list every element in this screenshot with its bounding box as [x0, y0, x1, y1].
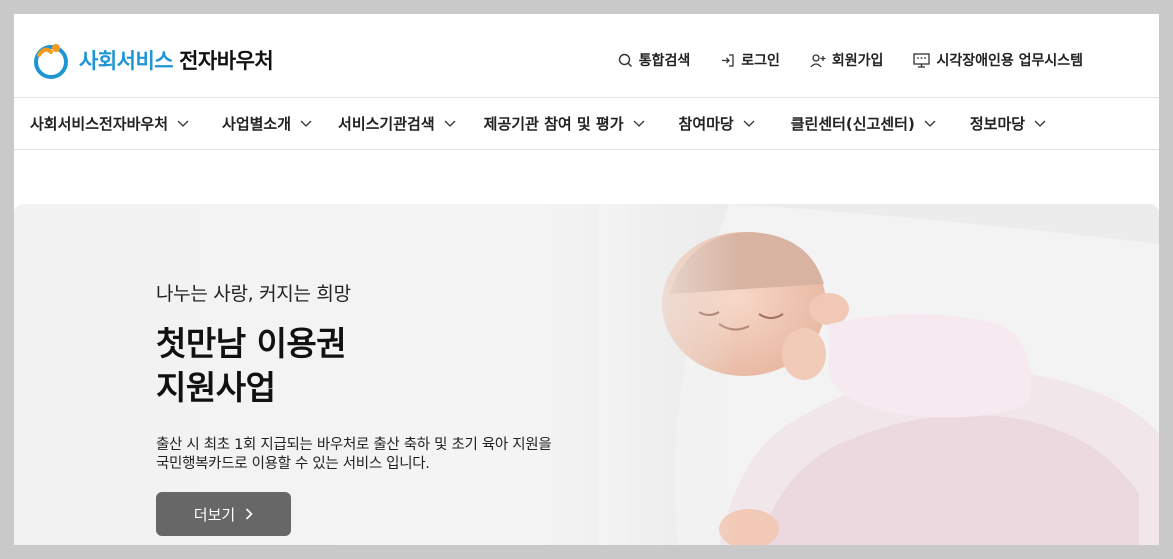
more-button[interactable]: 더보기: [156, 492, 291, 536]
search-icon: [618, 53, 632, 67]
monitor-icon: [913, 52, 931, 68]
nav-item-info[interactable]: 정보마당: [970, 113, 1046, 134]
logo-text: 사회서비스 전자바우처: [79, 45, 274, 75]
nav-label: 클린센터(신고센터): [790, 115, 915, 133]
unified-search-link[interactable]: 통합검색: [618, 50, 691, 70]
accessible-system-link[interactable]: 시각장애인용 업무시스템: [913, 50, 1083, 70]
page: 사회서비스 전자바우처 통합검색 로그인 회원가입 시각장애인용 업무시스템 사회…: [14, 14, 1159, 545]
login-label: 로그인: [741, 53, 780, 69]
nav-item-programs[interactable]: 사업별소개: [222, 113, 312, 134]
chevron-down-icon: [444, 120, 456, 127]
hero-description-line: 국민행복카드로 이용할 수 있는 서비스 입니다.: [156, 456, 430, 472]
chevron-down-icon: [1034, 120, 1046, 127]
hero-banner: 나누는 사랑, 커지는 희망 첫만남 이용권 지원사업 출산 시 최초 1회 지…: [14, 204, 1159, 545]
login-link[interactable]: 로그인: [720, 50, 780, 70]
nav-item-provider-evaluation[interactable]: 제공기관 참여 및 평가: [484, 113, 645, 134]
chevron-down-icon: [633, 120, 644, 127]
logo-icon: [34, 44, 68, 79]
signup-link[interactable]: 회원가입: [810, 50, 884, 70]
nav-item-clean-center[interactable]: 클린센터(신고센터): [791, 113, 936, 134]
nav-item-voucher[interactable]: 사회서비스전자바우처: [30, 113, 189, 134]
nav-label: 참여마당: [678, 115, 734, 133]
site-logo[interactable]: 사회서비스 전자바우처: [31, 40, 274, 80]
chevron-down-icon: [177, 120, 189, 127]
hero-description-line: 출산 시 최초 1회 지급되는 바우처로 출산 축하 및 초기 육아 지원을: [156, 437, 552, 453]
chevron-right-icon: [246, 508, 253, 520]
chevron-down-icon: [743, 120, 755, 127]
nav-label: 정보마당: [969, 115, 1026, 133]
user-plus-icon: [810, 53, 826, 67]
baby-photo: [599, 204, 1159, 545]
main-nav: 사회서비스전자바우처 사업별소개 서비스기관검색 제공기관 참여 및 평가 참여…: [14, 98, 1159, 150]
nav-label: 사업별소개: [222, 115, 292, 133]
top-header: 사회서비스 전자바우처 통합검색 로그인 회원가입 시각장애인용 업무시스템: [14, 14, 1159, 98]
nav-item-agency-search[interactable]: 서비스기관검색: [338, 113, 456, 134]
accessible-system-label: 시각장애인용 업무시스템: [936, 53, 1083, 69]
logo-text-blue: 사회서비스: [79, 49, 174, 73]
utility-menu: 통합검색 로그인 회원가입 시각장애인용 업무시스템: [618, 50, 1083, 70]
hero-title-line: 첫만남 이용권: [156, 324, 347, 363]
nav-item-participation[interactable]: 참여마당: [679, 113, 755, 134]
login-icon: [722, 53, 734, 67]
hero-description: 출산 시 최초 1회 지급되는 바우처로 출산 축하 및 초기 육아 지원을 국…: [156, 436, 552, 474]
hero-title-line: 지원사업: [156, 368, 276, 407]
nav-label: 제공기관 참여 및 평가: [483, 115, 624, 133]
hero-text: 나누는 사랑, 커지는 희망 첫만남 이용권 지원사업 출산 시 최초 1회 지…: [156, 279, 552, 474]
more-button-label: 더보기: [193, 505, 236, 524]
nav-label: 서비스기관검색: [338, 115, 435, 133]
nav-label: 사회서비스전자바우처: [30, 115, 169, 133]
chevron-down-icon: [924, 120, 936, 127]
signup-label: 회원가입: [831, 53, 884, 69]
hero-subtitle: 나누는 사랑, 커지는 희망: [156, 283, 351, 305]
unified-search-label: 통합검색: [638, 53, 691, 69]
logo-text-dark: 전자바우처: [179, 49, 274, 73]
chevron-down-icon: [300, 120, 312, 127]
hero-title: 첫만남 이용권 지원사업: [156, 322, 551, 410]
